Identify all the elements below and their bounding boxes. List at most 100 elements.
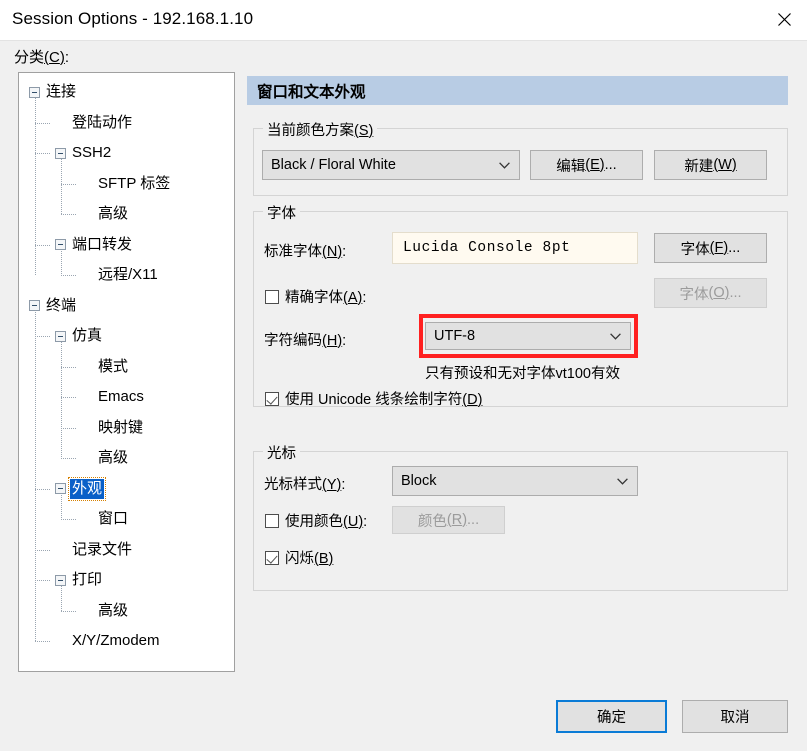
new-scheme-button[interactable]: 新建 (W) <box>654 150 767 180</box>
tree-item[interactable]: 外观 <box>55 476 107 502</box>
blink-label: 闪烁(B) <box>285 551 334 567</box>
tree-item-label: Emacs <box>98 388 144 405</box>
tree-expander-minus-icon[interactable] <box>55 330 66 342</box>
blink-checkbox-box <box>265 550 279 565</box>
window-title: Session Options - 192.168.1.10 <box>12 9 254 28</box>
panel-header: 窗口和文本外观 <box>247 76 788 105</box>
ok-button-label: 确定 <box>597 710 626 726</box>
tree-item[interactable]: 打印 <box>55 567 104 593</box>
tree-connector <box>35 488 51 490</box>
tree-connector <box>61 397 77 398</box>
tree-item-label: SSH2 <box>72 144 112 161</box>
exact-font-checkbox-label: 精确字体(A): <box>285 290 367 306</box>
category-label: 分类(C): <box>14 46 69 67</box>
blink-checkbox[interactable]: 闪烁(B) <box>265 547 333 568</box>
tree-item[interactable]: 连接 <box>29 79 78 105</box>
tree-connector <box>61 183 77 185</box>
charset-value: UTF-8 <box>434 328 476 344</box>
tree-item[interactable]: 高级 <box>81 201 130 227</box>
tree-item[interactable]: 模式 <box>81 354 130 380</box>
cursor-style-combo[interactable]: Block <box>392 466 638 496</box>
cursor-group-label: 光标 <box>263 442 300 463</box>
tree-item[interactable]: X/Y/Zmodem <box>55 628 162 654</box>
cursor-color-button: 颜色 (R)... <box>392 506 505 534</box>
tree-item[interactable]: 登陆动作 <box>55 110 134 136</box>
tree-item[interactable]: 高级 <box>81 598 130 624</box>
chevron-down-icon <box>617 478 628 485</box>
edit-scheme-button[interactable]: 编辑 (E)... <box>530 150 643 180</box>
cursor-style-value: Block <box>401 473 437 489</box>
tree-item[interactable]: 终端 <box>29 293 78 319</box>
tree-item[interactable]: 远程/X11 <box>81 262 160 288</box>
tree-item-label: 登陆动作 <box>72 113 133 131</box>
close-icon <box>777 12 792 27</box>
exact-font-checkbox-box <box>265 289 279 304</box>
category-tree[interactable]: 连接 登陆动作 SSH2 SFTP 标签 高级 端口转发 远程/X11 终端 仿真 模式 Emacs… <box>18 72 235 672</box>
normal-font-label: 标准字体(N): <box>264 244 347 260</box>
tree-connector <box>61 610 77 612</box>
tree-item-label: 仿真 <box>72 327 103 344</box>
tree-item-label: 连接 <box>46 83 77 100</box>
tree-item-label: 端口转发 <box>72 235 133 253</box>
normal-font-preview: Lucida Console 8pt <box>392 232 638 264</box>
choose-exact-font-button: 字体 (O)... <box>654 278 767 308</box>
ok-button[interactable]: 确定 <box>556 700 667 733</box>
exact-font-checkbox[interactable]: 精确字体(A): <box>265 286 366 307</box>
tree-connector <box>61 275 77 276</box>
tree-connector <box>61 519 77 520</box>
tree-item-label: X/Y/Zmodem <box>72 632 160 649</box>
tree-item[interactable]: SSH2 <box>55 140 113 166</box>
tree-expander-minus-icon[interactable] <box>55 147 66 159</box>
tree-connector <box>35 92 36 275</box>
tree-connector <box>35 549 51 551</box>
tree-item[interactable]: SFTP 标签 <box>81 171 172 197</box>
close-button[interactable] <box>761 0 807 39</box>
tree-item[interactable]: 端口转发 <box>55 232 134 258</box>
tree-item[interactable]: Emacs <box>81 384 146 410</box>
unicode-line-chars-label: 使用 Unicode 线条绘制字符(D) <box>285 392 483 408</box>
tree-connector <box>61 458 77 459</box>
tree-item[interactable]: 记录文件 <box>55 537 134 563</box>
tree-item-label: 高级 <box>98 449 129 466</box>
tree-expander-minus-icon[interactable] <box>55 483 66 494</box>
color-scheme-value: Black / Floral White <box>271 157 396 173</box>
tree-expander-minus-icon[interactable] <box>29 86 40 98</box>
unicode-line-chars-checkbox[interactable]: 使用 Unicode 线条绘制字符(D) <box>265 388 482 409</box>
cancel-button-label: 取消 <box>720 710 750 726</box>
tree-item[interactable]: 高级 <box>81 445 130 471</box>
tree-connector <box>35 153 51 154</box>
color-scheme-combo[interactable]: Black / Floral White <box>262 150 520 180</box>
category-colon: : <box>64 49 70 66</box>
tree-connector <box>35 641 51 642</box>
tree-expander-minus-icon[interactable] <box>29 300 40 311</box>
charset-combo[interactable]: UTF-8 <box>425 322 631 350</box>
unicode-line-chars-checkbox-box <box>265 391 279 406</box>
cancel-button[interactable]: 取消 <box>682 700 788 733</box>
tree-expander-minus-icon[interactable] <box>55 239 66 250</box>
chevron-down-icon <box>610 333 621 340</box>
tree-item[interactable]: 窗口 <box>81 506 130 532</box>
tree-item-label: 模式 <box>98 357 129 375</box>
tree-expander-minus-icon[interactable] <box>55 574 66 586</box>
category-label-text: 分类 <box>14 49 45 66</box>
panel-header-text: 窗口和文本外观 <box>257 83 366 101</box>
font-group-label: 字体 <box>263 202 300 223</box>
tree-connector <box>61 366 77 368</box>
tree-item[interactable]: 映射键 <box>81 415 145 441</box>
tree-connector <box>35 305 36 641</box>
choose-font-button[interactable]: 字体 (F)... <box>654 233 767 263</box>
tree-item[interactable]: 仿真 <box>55 323 104 349</box>
tree-connector <box>35 580 51 581</box>
tree-item-label: SFTP 标签 <box>98 174 171 192</box>
use-color-checkbox[interactable]: 使用颜色(U): <box>265 510 367 531</box>
